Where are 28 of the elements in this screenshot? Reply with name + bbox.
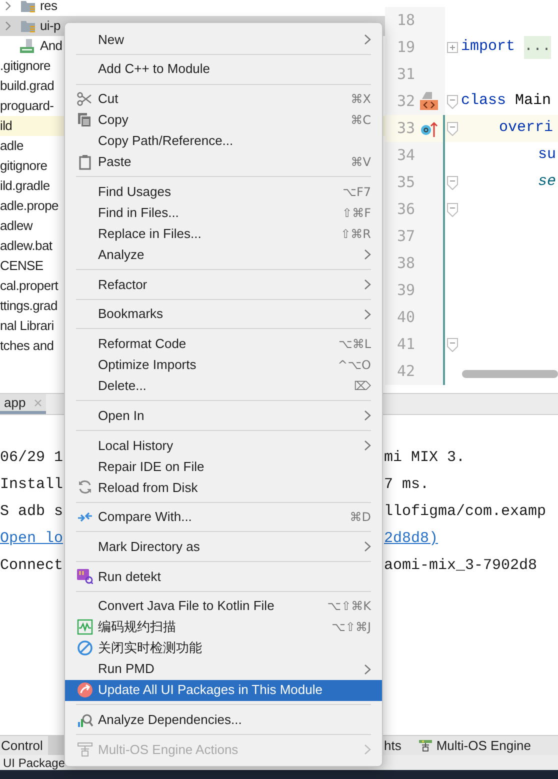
console-text: 7 ms. <box>384 475 430 496</box>
status-message: UI Package <box>3 754 66 772</box>
line-number: 36 <box>396 199 415 220</box>
console-text: aomi-mix_3-7902d8 <box>384 556 538 576</box>
line-number: 40 <box>396 307 415 328</box>
code-line: su <box>537 145 556 166</box>
line-number: 32 <box>396 91 415 112</box>
line-number: 38 <box>396 253 415 274</box>
line-number: 34 <box>396 145 415 166</box>
console-text: mi MIX 3. <box>384 448 466 468</box>
line-number: 31 <box>396 64 415 86</box>
console-text: 06/29 1 <box>0 449 64 466</box>
line-number: 35 <box>396 172 415 194</box>
line-number: 37 <box>396 226 415 248</box>
console-text: Install <box>0 476 64 494</box>
code-line: import ... <box>461 36 552 59</box>
line-number: 41 <box>396 334 415 356</box>
line-number: 42 <box>396 361 415 382</box>
code-line: class Main <box>461 91 552 112</box>
console-text: S adb s <box>0 503 64 520</box>
console-text: Connect <box>0 557 64 574</box>
line-number: 18 <box>396 10 415 32</box>
line-number: 39 <box>396 280 415 302</box>
code-line: se <box>537 172 556 192</box>
line-number: 33 <box>396 118 415 140</box>
line-number: 19 <box>396 37 415 58</box>
code-line: overri <box>498 118 554 138</box>
console-text: llofigma/com.examp <box>384 502 546 522</box>
